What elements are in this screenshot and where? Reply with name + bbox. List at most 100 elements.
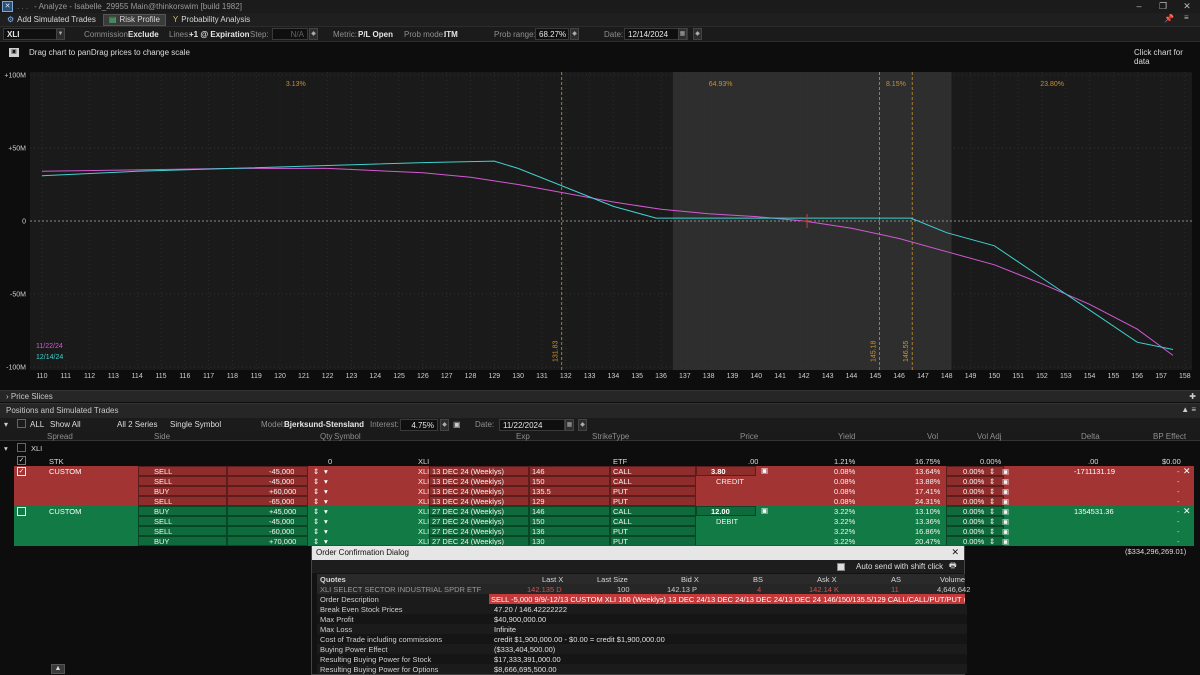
col-type[interactable]: Type xyxy=(612,432,629,441)
leg-stepper-icon[interactable]: ⇕ xyxy=(989,507,995,516)
col-qty[interactable]: Qty xyxy=(320,432,332,441)
leg-exp[interactable]: 13 DEC 24 (Weeklys) xyxy=(432,467,504,476)
price-box[interactable] xyxy=(696,466,756,476)
interest-stepper[interactable]: ◆ xyxy=(440,419,449,431)
leg-lock-icon[interactable]: ▣ xyxy=(1002,487,1009,496)
menu-dots-icon[interactable]: . . . xyxy=(17,2,28,11)
model-value[interactable]: Bjerksund-Stensland xyxy=(284,420,364,429)
leg-side[interactable]: BUY xyxy=(154,487,169,496)
trade-leg-row[interactable]: SELL -60,000 ⇕ ▾ XLI 27 DEC 24 (Weeklys) 136 PU… xyxy=(14,526,1194,536)
leg-lock-icon[interactable]: ▣ xyxy=(1002,517,1009,526)
prob-range-field[interactable]: 68.27% xyxy=(535,28,569,40)
leg-vol-adj[interactable]: 0.00% xyxy=(963,527,984,536)
col-exp[interactable]: Exp xyxy=(516,432,530,441)
qty-stepper-icon[interactable]: ⇕ xyxy=(313,507,319,516)
leg-strike[interactable]: 129 xyxy=(532,497,545,506)
leg-more-icon[interactable]: - xyxy=(1177,477,1180,486)
leg-type[interactable]: CALL xyxy=(613,467,632,476)
leg-vol-adj[interactable]: 0.00% xyxy=(963,487,984,496)
leg-dropdown-icon[interactable]: ▾ xyxy=(324,467,328,476)
maximize-icon[interactable]: ❐ xyxy=(1151,0,1175,13)
leg-strike[interactable]: 146 xyxy=(532,507,545,516)
series-select[interactable]: All 2 Series xyxy=(117,420,157,429)
leg-stepper-icon[interactable]: ⇕ xyxy=(989,537,995,546)
leg-qty[interactable]: -45,000 xyxy=(269,517,294,526)
leg-vol-adj[interactable]: 0.00% xyxy=(963,477,984,486)
col-vol[interactable]: Vol xyxy=(927,432,938,441)
group-collapse-icon[interactable]: ▾ xyxy=(4,444,8,453)
trade-leg-row[interactable]: SELL -65,000 ⇕ ▾ XLI 13 DEC 24 (Weeklys) 129 PU… xyxy=(14,496,1194,506)
leg-dropdown-icon[interactable]: ▾ xyxy=(324,507,328,516)
leg-qty[interactable]: +45,000 xyxy=(269,507,296,516)
leg-qty[interactable]: -60,000 xyxy=(269,527,294,536)
leg-strike[interactable]: 136 xyxy=(532,527,545,536)
leg-more-icon[interactable]: - xyxy=(1177,507,1180,516)
leg-dropdown-icon[interactable]: ▾ xyxy=(324,497,328,506)
lines-value[interactable]: +1 @ Expiration xyxy=(189,30,249,39)
trade-leg-row[interactable]: SELL -45,000 ⇕ ▾ XLI 13 DEC 24 (Weeklys) 150 CA… xyxy=(14,476,1194,486)
price-lock-icon[interactable]: ▣ xyxy=(761,506,768,515)
positions-date-stepper[interactable]: ◆ xyxy=(578,419,587,431)
price-lock-icon[interactable]: ▣ xyxy=(761,466,768,475)
positions-date-field[interactable]: 11/22/2024 xyxy=(499,419,565,431)
lock-icon[interactable]: ▣ xyxy=(453,420,461,429)
prob-range-stepper[interactable]: ◆ xyxy=(570,28,579,40)
trade-price[interactable]: 12.00 xyxy=(711,507,730,516)
show-all-select[interactable]: Show All xyxy=(50,420,81,429)
leg-dropdown-icon[interactable]: ▾ xyxy=(324,487,328,496)
collapse-all-icon[interactable]: ▾ xyxy=(4,420,8,429)
qty-box[interactable] xyxy=(227,496,308,506)
stk-row[interactable]: ✓ STK 0 XLI ETF .00 1.21% 16.75% 0.00% .… xyxy=(0,456,1200,466)
leg-type[interactable]: CALL xyxy=(613,507,632,516)
calendar-icon[interactable]: ▦ xyxy=(678,28,687,40)
leg-side[interactable]: BUY xyxy=(154,537,169,546)
symbol-dropdown-icon[interactable]: ▼ xyxy=(56,28,65,40)
probability-analysis-tab[interactable]: Y Probability Analysis xyxy=(168,14,255,26)
print-icon[interactable]: 🖶 xyxy=(949,560,957,574)
leg-vol-adj[interactable]: 0.00% xyxy=(963,517,984,526)
add-simulated-trades-tab[interactable]: ⚙ Add Simulated Trades xyxy=(2,14,101,26)
add-slice-icon[interactable]: ✚ xyxy=(1189,392,1196,401)
leg-strike[interactable]: 150 xyxy=(532,517,545,526)
leg-qty[interactable]: +60,000 xyxy=(269,487,296,496)
single-symbol-select[interactable]: Single Symbol xyxy=(170,420,221,429)
trade-leg-row[interactable]: SELL -45,000 ⇕ ▾ XLI 27 DEC 24 (Weeklys) 150 CA… xyxy=(14,516,1194,526)
collapse-bottom-icon[interactable]: ▲ xyxy=(51,664,65,674)
leg-type[interactable]: PUT xyxy=(613,497,628,506)
qty-box[interactable] xyxy=(227,516,308,526)
trade-price[interactable]: 3.80 xyxy=(711,467,726,476)
leg-qty[interactable]: -45,000 xyxy=(269,477,294,486)
col-price[interactable]: Price xyxy=(740,432,758,441)
leg-side[interactable]: SELL xyxy=(154,527,172,536)
qty-box[interactable] xyxy=(227,466,308,476)
qty-stepper-icon[interactable]: ⇕ xyxy=(313,517,319,526)
risk-profile-chart[interactable]: 3.13% 64.93% 8.15% 23.80% 131.83 145.18 146.55… xyxy=(0,64,1200,390)
trade-custom-debit[interactable]: BUY +45,000 ⇕ ▾ XLI 27 DEC 24 (Weeklys) 146 CAL… xyxy=(14,506,1194,546)
leg-side[interactable]: SELL xyxy=(154,477,172,486)
date-stepper[interactable]: ◆ xyxy=(693,28,702,40)
side-box[interactable] xyxy=(138,466,227,476)
side-box[interactable] xyxy=(138,536,227,546)
minimize-icon[interactable]: – xyxy=(1127,0,1151,13)
leg-exp[interactable]: 27 DEC 24 (Weeklys) xyxy=(432,527,504,536)
leg-lock-icon[interactable]: ▣ xyxy=(1002,497,1009,506)
leg-stepper-icon[interactable]: ⇕ xyxy=(989,487,995,496)
leg-type[interactable]: CALL xyxy=(613,477,632,486)
group-checkbox[interactable] xyxy=(17,443,26,452)
leg-type[interactable]: PUT xyxy=(613,487,628,496)
col-delta[interactable]: Delta xyxy=(1081,432,1100,441)
leg-strike[interactable]: 146 xyxy=(532,467,545,476)
leg-lock-icon[interactable]: ▣ xyxy=(1002,467,1009,476)
select-all-checkbox[interactable] xyxy=(17,419,26,428)
side-box[interactable] xyxy=(138,476,227,486)
side-box[interactable] xyxy=(138,526,227,536)
risk-profile-tab[interactable]: ▤ Risk Profile xyxy=(102,13,166,26)
leg-dropdown-icon[interactable]: ▾ xyxy=(324,517,328,526)
trade-custom-credit[interactable]: SELL -45,000 ⇕ ▾ XLI 13 DEC 24 (Weeklys) 146 CA… xyxy=(14,466,1194,506)
settings-menu-icon[interactable]: ≡ xyxy=(1184,13,1189,22)
trade-leg-row[interactable]: SELL -45,000 ⇕ ▾ XLI 13 DEC 24 (Weeklys) 146 CA… xyxy=(14,466,1194,476)
collapse-positions-icon[interactable]: ▲ ≡ xyxy=(1181,405,1196,414)
leg-more-icon[interactable]: - xyxy=(1177,537,1180,546)
qty-stepper-icon[interactable]: ⇕ xyxy=(313,527,319,536)
col-spread[interactable]: Spread xyxy=(47,432,73,441)
